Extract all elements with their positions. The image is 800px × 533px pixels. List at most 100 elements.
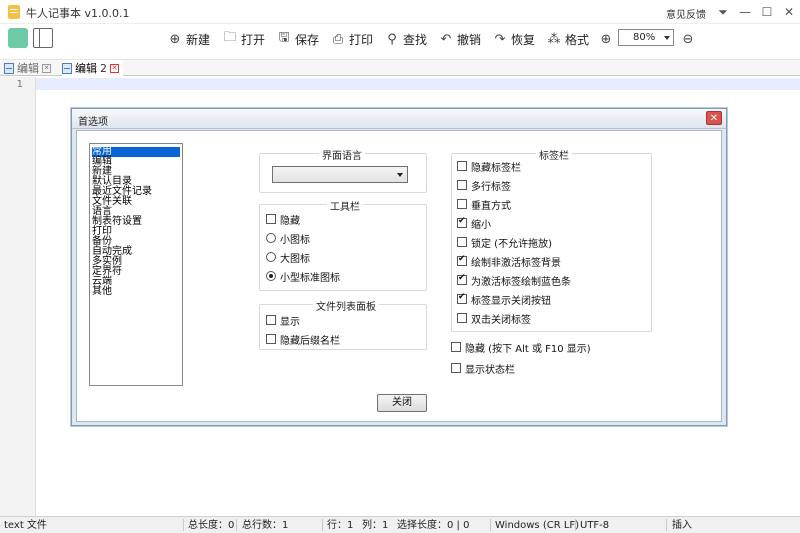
total-lines-status: 总行数：1 — [242, 520, 289, 531]
zoom-select[interactable]: 80% — [618, 29, 674, 46]
checkbox-box — [451, 342, 461, 352]
print-icon: ⎙ — [332, 31, 344, 47]
layout-panel-button[interactable] — [33, 28, 53, 48]
zoom-in-icon: ⊕ — [600, 31, 612, 47]
show-close-button-checkbox[interactable]: 标签显示关闭按钮 — [457, 292, 551, 307]
close-button[interactable]: 关闭 — [377, 394, 427, 412]
document-icon — [62, 62, 72, 74]
zoom-in-button[interactable]: ⊕ — [598, 29, 617, 49]
column-status: 列：1 — [362, 520, 389, 531]
radio-circle — [266, 252, 276, 262]
close-window-button[interactable]: ✕ — [778, 2, 800, 22]
vertical-tabs-checkbox[interactable]: 垂直方式 — [457, 197, 511, 212]
hide-toolbar-label: 隐藏 — [280, 215, 300, 227]
sidebar-toggle-button[interactable] — [8, 28, 28, 48]
save-button[interactable]: 🖫 保存 — [276, 29, 319, 49]
option-label: 为激活标签绘制蓝色条 — [471, 276, 571, 288]
show-filelist-checkbox[interactable]: 显示 — [266, 313, 300, 328]
format-label: 格式 — [565, 32, 590, 47]
print-button[interactable]: ⎙ 打印 — [330, 29, 373, 49]
minimize-button[interactable]: — — [734, 2, 756, 22]
multiline-tabs-checkbox[interactable]: 多行标签 — [457, 178, 511, 193]
dialog-title-bar: 首选项 ✕ — [72, 109, 726, 129]
app-logo-icon — [8, 5, 20, 19]
option-label: 双击关闭标签 — [471, 314, 531, 326]
option-label: 锁定 (不允许拖放) — [471, 238, 552, 250]
checkbox-box-checked — [457, 292, 467, 304]
encoding-status[interactable]: UTF-8 — [580, 519, 609, 532]
option-label: 隐藏标签栏 — [471, 162, 521, 174]
tab-document-2[interactable]: 编辑 2 ✕ — [62, 60, 123, 76]
checkbox-box — [451, 363, 461, 373]
tab-number: 2 — [100, 61, 107, 75]
chevron-down-icon — [397, 173, 403, 177]
small-standard-icon-radio[interactable]: 小型标准图标 — [266, 269, 340, 284]
radio-circle — [266, 233, 276, 243]
print-label: 打印 — [349, 32, 374, 47]
dialog-close-button[interactable]: ✕ — [706, 111, 722, 125]
total-length-status: 总长度：0 — [188, 520, 235, 531]
checkbox-box — [457, 180, 467, 190]
dialog-title: 首选项 — [78, 117, 108, 128]
checkbox-box-checked — [457, 273, 467, 285]
checkbox-box — [266, 334, 276, 344]
lock-tabs-checkbox[interactable]: 锁定 (不允许拖放) — [457, 235, 552, 250]
find-label: 查找 — [403, 32, 428, 47]
eol-status[interactable]: Windows (CR LF) — [495, 519, 579, 532]
open-label: 打开 — [241, 32, 266, 47]
tab-close-icon[interactable]: ✕ — [42, 63, 51, 73]
save-icon: 🖫 — [278, 30, 290, 45]
redo-button[interactable]: ↷ 恢复 — [492, 29, 535, 49]
file-type-status: text 文件 — [4, 520, 47, 531]
hide-extension-checkbox[interactable]: 隐藏后缀名栏 — [266, 332, 340, 347]
hide-tabbar-checkbox[interactable]: 隐藏标签栏 — [457, 159, 521, 174]
open-button[interactable]: 🗀 打开 — [222, 29, 265, 49]
maximize-button[interactable]: ☐ — [756, 2, 778, 22]
category-list[interactable]: 常用 编辑 新建 默认目录 最近文件记录 文件关联 语言 制表符设置 打印 备份… — [89, 143, 183, 386]
category-item[interactable]: 其他 — [92, 287, 112, 297]
filelist-group-title: 文件列表面板 — [313, 298, 379, 313]
large-icon-radio[interactable]: 大图标 — [266, 250, 310, 265]
show-filelist-label: 显示 — [280, 316, 300, 328]
feedback-link[interactable]: 意见反馈 — [666, 6, 706, 21]
tabbar-group: 标签栏 隐藏标签栏 多行标签 垂直方式 缩小 锁定 (不允许拖放) — [451, 147, 652, 332]
zoom-value: 80% — [633, 32, 656, 43]
line-status: 行：1 — [327, 520, 354, 531]
large-icon-label: 大图标 — [280, 253, 310, 265]
language-select[interactable] — [272, 166, 408, 183]
new-button[interactable]: ⊕ 新建 — [167, 29, 210, 49]
format-button[interactable]: ⁂ 格式 — [546, 29, 590, 49]
draw-active-bar-checkbox[interactable]: 为激活标签绘制蓝色条 — [457, 273, 571, 288]
toolbar: ⊕ 新建 🗀 打开 🖫 保存 ⎙ 打印 ⚲ 查找 ↶ 撤销 ↷ 恢复 ⁂ 格式 … — [0, 24, 800, 60]
shrink-tabs-checkbox[interactable]: 缩小 — [457, 216, 491, 231]
find-button[interactable]: ⚲ 查找 — [384, 29, 427, 49]
line-number: 1 — [16, 79, 23, 90]
redo-label: 恢复 — [511, 32, 536, 47]
hide-menu-checkbox[interactable]: 隐藏 (按下 Alt 或 F10 显示) — [451, 340, 591, 355]
dialog-body: 常用 编辑 新建 默认目录 最近文件记录 文件关联 语言 制表符设置 打印 备份… — [76, 130, 722, 422]
checkbox-box — [266, 214, 276, 224]
status-divider — [490, 519, 491, 531]
new-label: 新建 — [186, 32, 211, 47]
tab-label: 编辑 — [17, 62, 39, 75]
small-icon-label: 小图标 — [280, 234, 310, 246]
tab-close-icon[interactable]: ✕ — [110, 63, 119, 73]
menu-dropdown-icon[interactable]: ⏷ — [712, 2, 734, 22]
checkbox-box — [457, 237, 467, 247]
undo-button[interactable]: ↶ 撤销 — [438, 29, 481, 49]
insert-mode-status[interactable]: 插入 — [672, 519, 692, 532]
folder-open-icon: 🗀 — [223, 30, 237, 45]
small-icon-radio[interactable]: 小图标 — [266, 231, 310, 246]
double-click-close-checkbox[interactable]: 双击关闭标签 — [457, 311, 531, 326]
app-title: 牛人记事本 v1.0.0.1 — [26, 7, 130, 20]
zoom-out-button[interactable]: ⊖ — [680, 29, 699, 49]
draw-inactive-bg-checkbox[interactable]: 绘制非激活标签背景 — [457, 254, 561, 269]
hide-extension-label: 隐藏后缀名栏 — [280, 335, 340, 347]
tab-document-1[interactable]: 编辑 ✕ — [4, 60, 51, 76]
filelist-group: 文件列表面板 显示 隐藏后缀名栏 — [259, 298, 427, 350]
hide-toolbar-checkbox[interactable]: 隐藏 — [266, 212, 300, 227]
undo-icon: ↶ — [440, 31, 452, 47]
hide-menu-label: 隐藏 (按下 Alt 或 F10 显示) — [465, 343, 591, 355]
show-statusbar-checkbox[interactable]: 显示状态栏 — [451, 361, 515, 376]
tab-label: 编辑 — [75, 62, 97, 75]
